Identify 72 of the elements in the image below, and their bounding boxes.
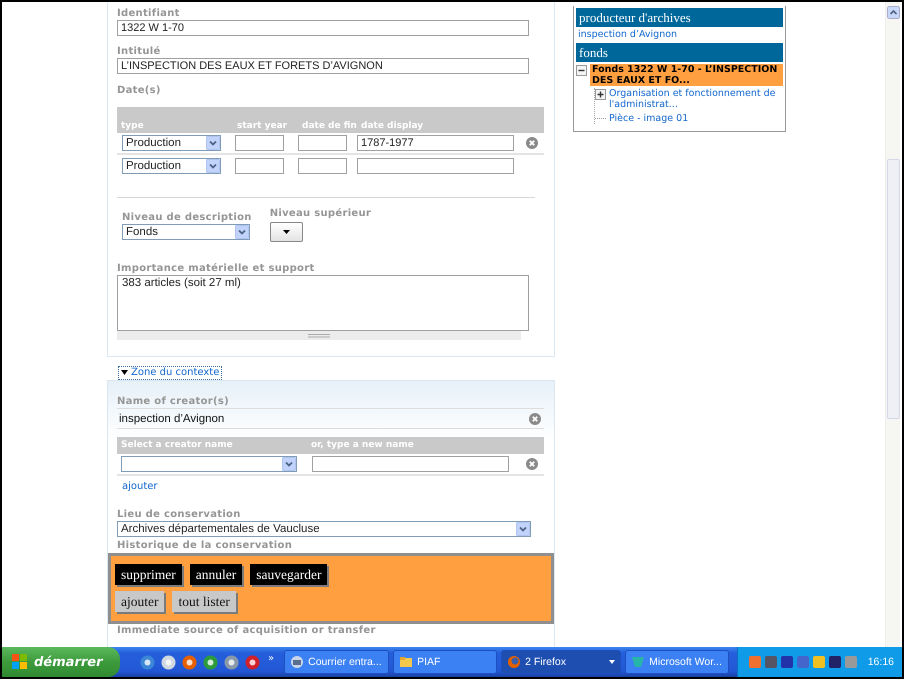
clear-icon[interactable] (529, 412, 541, 424)
field-label: Importance matérielle et support (117, 263, 316, 275)
field-label: Lieu de conservation (117, 509, 242, 521)
field-label: Niveau de description (122, 212, 252, 224)
importance-textarea[interactable]: 383 articles (soit 27 ml) (117, 275, 529, 331)
date-display-field[interactable]: 1787-1977 (357, 135, 514, 151)
field-label: Identifiant (117, 8, 181, 20)
field-label: Date(s) (117, 85, 162, 97)
folder-icon (399, 655, 414, 669)
minus-box-icon[interactable] (576, 65, 587, 76)
grip-icon[interactable] (308, 334, 330, 338)
identifiant-field[interactable]: 1322 W 1-70 (117, 20, 529, 36)
end-date-field[interactable] (298, 158, 347, 174)
action-button[interactable]: tout lister (172, 591, 236, 612)
word-icon (631, 655, 646, 669)
end-date-field[interactable] (298, 135, 347, 151)
field-label: Intitulé (117, 46, 162, 58)
clear-icon[interactable] (526, 458, 538, 470)
tree-node[interactable]: Fonds 1322 W 1-70 - L’INSPECTION DES EAUX ET FO... (590, 64, 783, 86)
scroll-thumb[interactable] (886, 159, 900, 419)
task-button[interactable]: PIAF (393, 650, 498, 674)
field-label: Immediate source of acquisition or transfer (117, 625, 377, 637)
browser-icon[interactable] (140, 654, 155, 670)
caret-icon (282, 230, 290, 234)
tray-icon[interactable] (780, 655, 794, 669)
field-label: Historique de la conservation (117, 540, 294, 552)
action-button[interactable]: ajouter (115, 591, 164, 612)
start-year-field[interactable] (235, 158, 284, 174)
creator-select[interactable] (121, 456, 297, 472)
new-name-field[interactable] (312, 456, 509, 472)
media-icon[interactable] (161, 654, 176, 670)
task-button[interactable]: Microsoft Wor... (625, 650, 730, 674)
panel-header: fonds (576, 43, 783, 62)
tree-node[interactable]: Organisation et fonctionnement de l'administrat... (609, 88, 783, 110)
action-button[interactable]: annuler (190, 564, 242, 585)
field-label: Niveau supérieur (270, 208, 372, 220)
plus-box-icon[interactable] (595, 89, 606, 100)
date-display-field[interactable] (357, 158, 514, 174)
windows-logo-icon (12, 654, 28, 670)
clock: 16:16 (868, 656, 894, 668)
field-label: Name of creator(s) (117, 396, 230, 408)
more-chevron[interactable]: » (268, 652, 274, 664)
niveau-select[interactable]: Fonds (122, 224, 250, 240)
task-button[interactable]: 2 Firefox (501, 650, 622, 674)
app-icon[interactable] (245, 654, 260, 670)
type-select[interactable]: Production (122, 158, 221, 174)
app-icon[interactable] (203, 654, 218, 670)
resize-grip[interactable] (117, 331, 521, 340)
add-link[interactable]: ajouter (122, 481, 158, 492)
action-button[interactable]: supprimer (115, 564, 182, 585)
lieu-select[interactable]: Archives départementales de Vaucluse (117, 521, 531, 537)
browser-icon[interactable] (182, 654, 197, 670)
scroll-up-icon[interactable] (886, 6, 900, 19)
scrollbar[interactable] (885, 2, 900, 647)
mail-icon[interactable] (224, 654, 239, 670)
producer-link[interactable]: inspection d’Avignon (576, 27, 783, 43)
browser-icon (507, 655, 522, 669)
caret-down-icon (121, 370, 128, 376)
tray-icon[interactable] (764, 655, 778, 669)
type-select[interactable]: Production (122, 135, 221, 151)
clear-icon[interactable] (526, 137, 538, 149)
tray-icon[interactable] (828, 655, 842, 669)
dropdown-button[interactable] (270, 222, 303, 242)
tree-node[interactable]: Pièce - image 01 (609, 113, 688, 124)
action-button[interactable]: sauvegarder (250, 564, 328, 585)
start-button[interactable]: démarrer (2, 647, 120, 677)
start-year-field[interactable] (235, 135, 284, 151)
creator-name: inspection d’Avignon (119, 412, 224, 424)
mail-icon (290, 655, 304, 669)
intitule-field[interactable]: L’INSPECTION DES EAUX ET FORETS D’AVIGNON (117, 58, 529, 74)
task-button[interactable]: Courrier entra... (284, 650, 390, 674)
panel-header: producteur d'archives (576, 8, 783, 27)
